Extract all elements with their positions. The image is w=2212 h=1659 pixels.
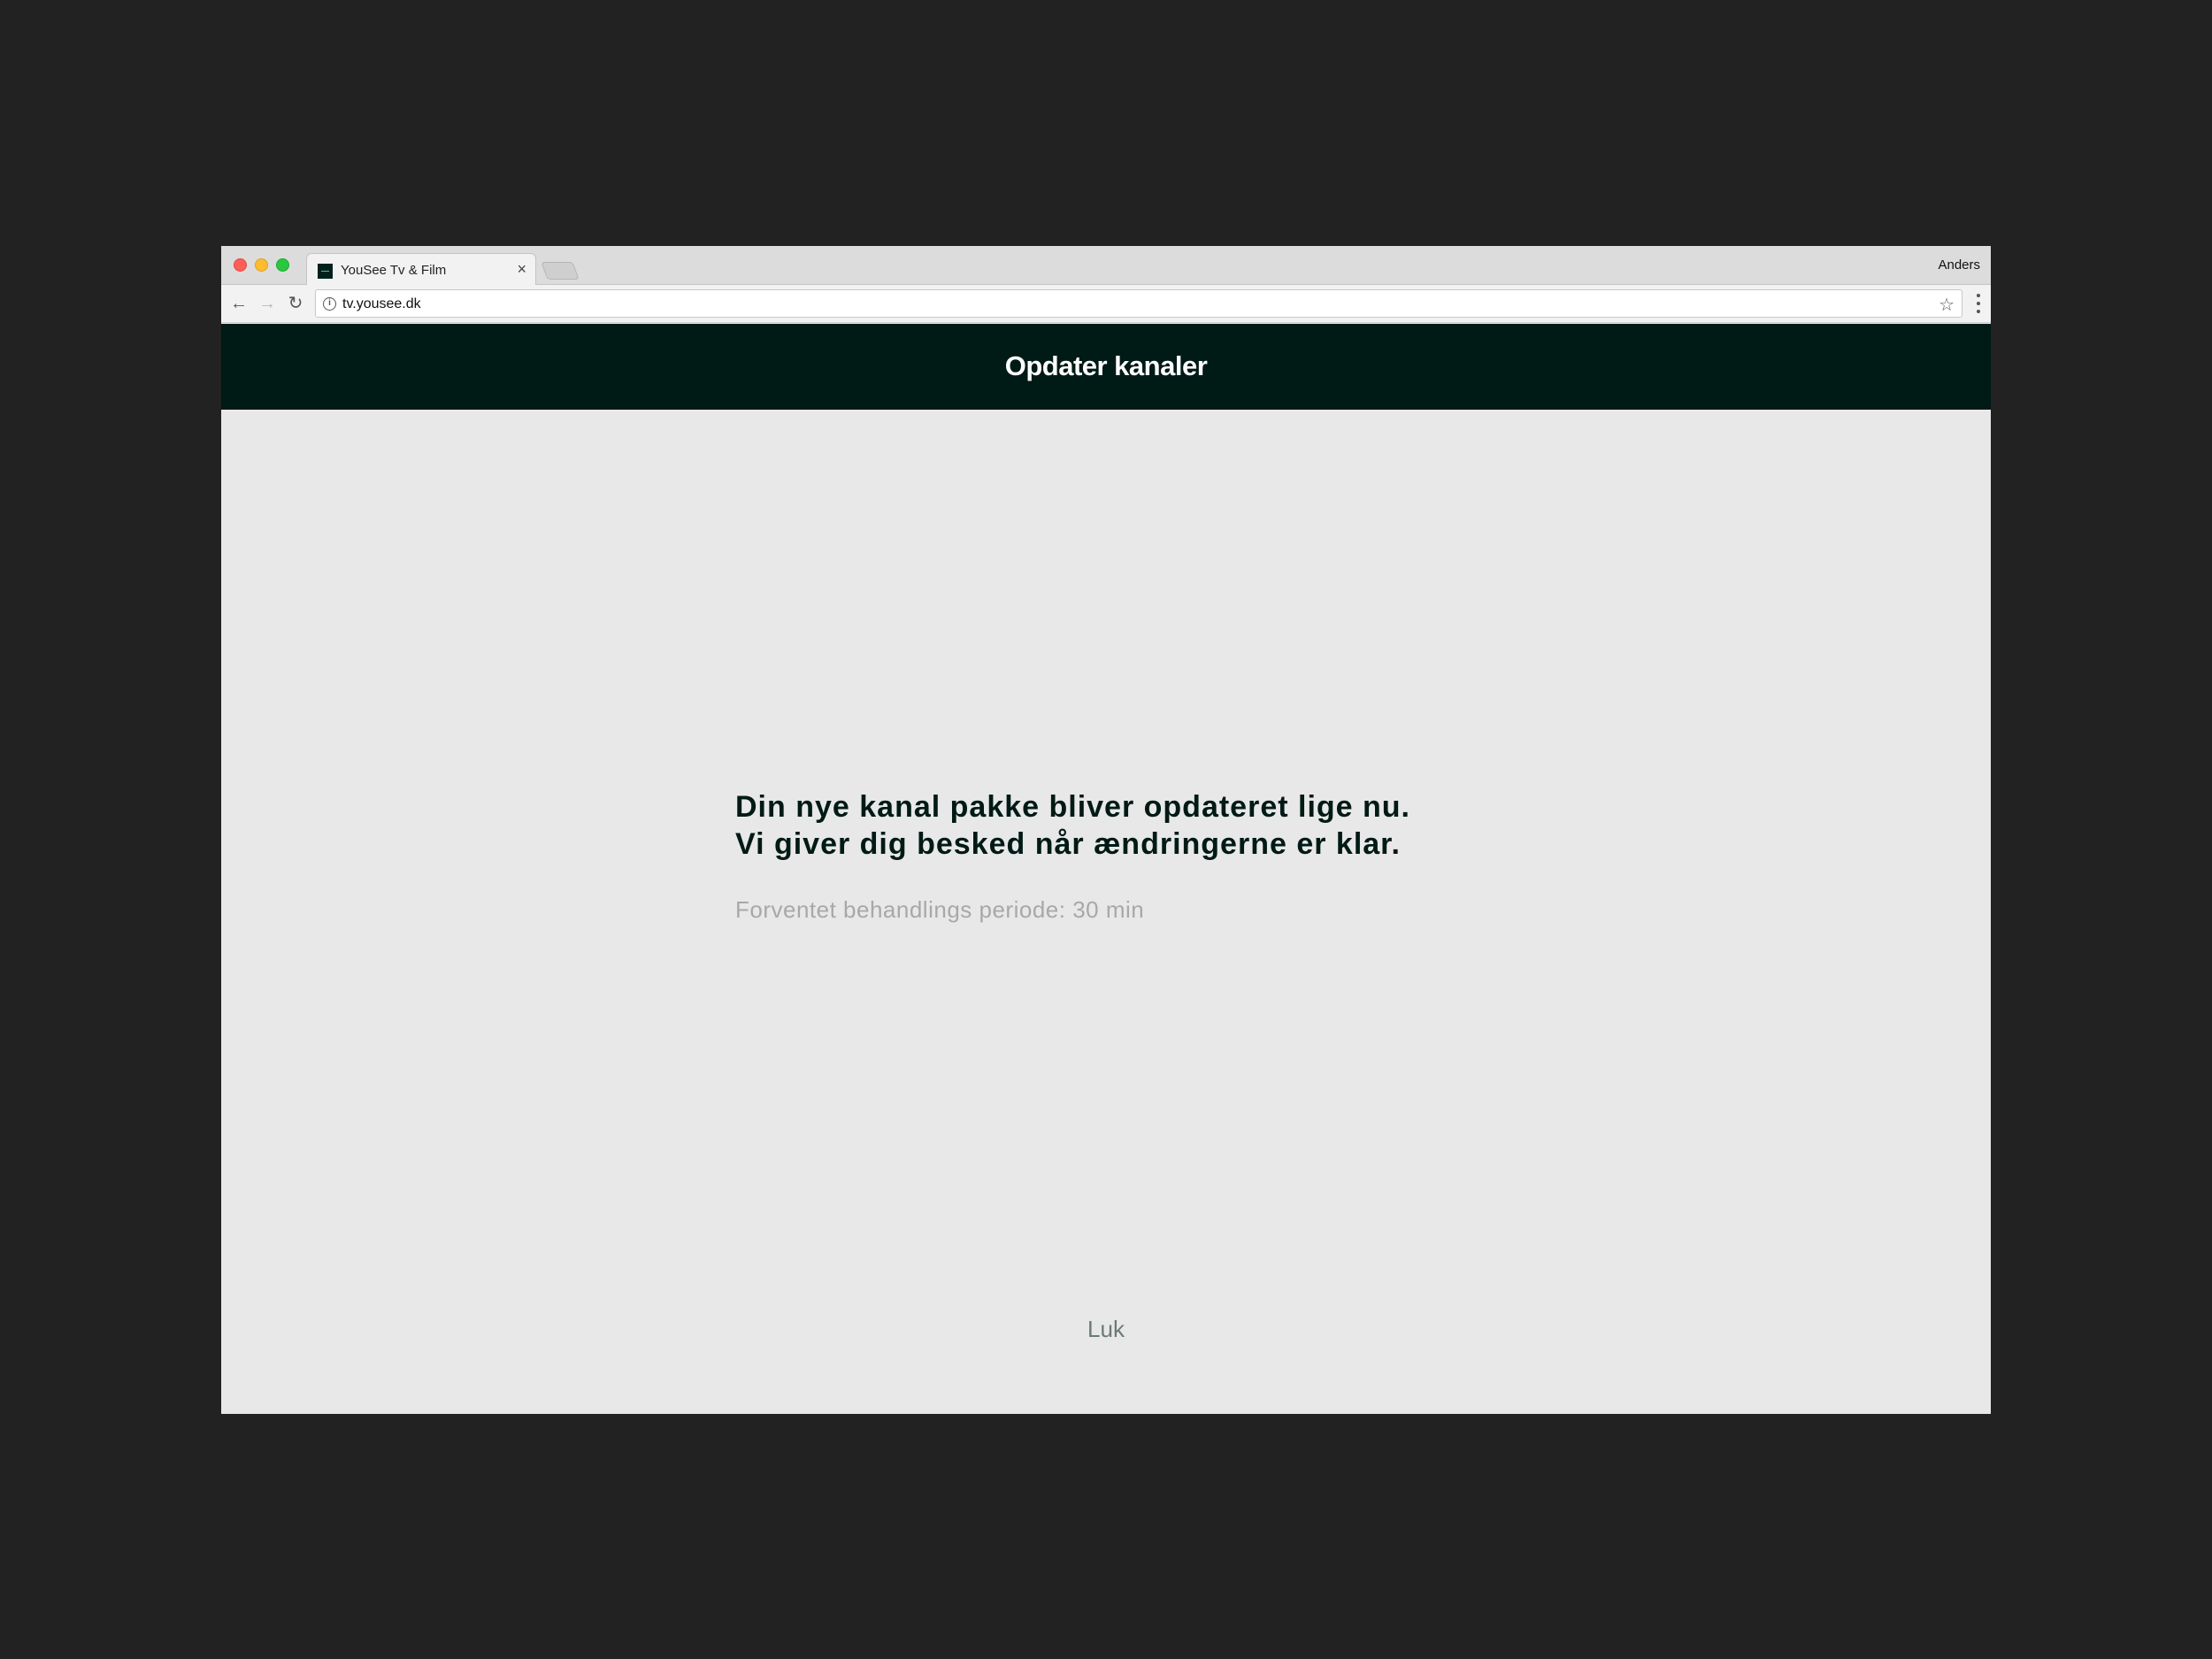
menu-dot [1977, 310, 1980, 313]
close-window-button[interactable] [234, 258, 247, 272]
new-tab-button[interactable] [541, 262, 580, 280]
status-message-line-1: Din nye kanal pakke bliver opdateret lig… [735, 790, 1411, 824]
status-message: Din nye kanal pakke bliver opdateret lig… [735, 788, 1410, 863]
browser-menu-icon[interactable] [1977, 294, 1980, 313]
browser-window: YouSee Tv & Film × Anders ← → ↻ i tv.you… [221, 246, 1991, 1414]
profile-name[interactable]: Anders [1938, 257, 1980, 273]
back-arrow-icon[interactable]: ← [228, 293, 250, 314]
forward-arrow-icon[interactable]: → [257, 293, 278, 314]
close-button[interactable]: Luk [221, 1316, 1991, 1343]
url-text[interactable]: tv.yousee.dk [342, 296, 421, 312]
page-header: Opdater kanaler [221, 324, 1991, 410]
bookmark-star-icon[interactable]: ☆ [1939, 294, 1955, 316]
close-tab-icon[interactable]: × [517, 260, 526, 278]
browser-tab[interactable]: YouSee Tv & Film × [306, 253, 536, 286]
page-title: Opdater kanaler [1004, 350, 1208, 381]
tab-bar: YouSee Tv & Film × Anders [221, 246, 1991, 286]
reload-icon[interactable]: ↻ [285, 293, 306, 314]
processing-time-text: Forventet behandlings periode: 30 min [735, 896, 1145, 923]
minimize-window-button[interactable] [255, 258, 268, 272]
address-bar[interactable]: i tv.yousee.dk ☆ [315, 289, 1962, 318]
status-message-line-2: Vi giver dig besked når ændringerne er k… [735, 827, 1401, 861]
address-toolbar: ← → ↻ i tv.yousee.dk ☆ [221, 285, 1991, 323]
yousee-favicon-icon [318, 264, 333, 279]
menu-dot [1977, 302, 1980, 305]
info-icon[interactable]: i [323, 297, 336, 311]
tab-title: YouSee Tv & Film [341, 263, 447, 278]
maximize-window-button[interactable] [276, 258, 289, 272]
page-content: Din nye kanal pakke bliver opdateret lig… [221, 410, 1991, 1414]
menu-dot [1977, 294, 1980, 297]
